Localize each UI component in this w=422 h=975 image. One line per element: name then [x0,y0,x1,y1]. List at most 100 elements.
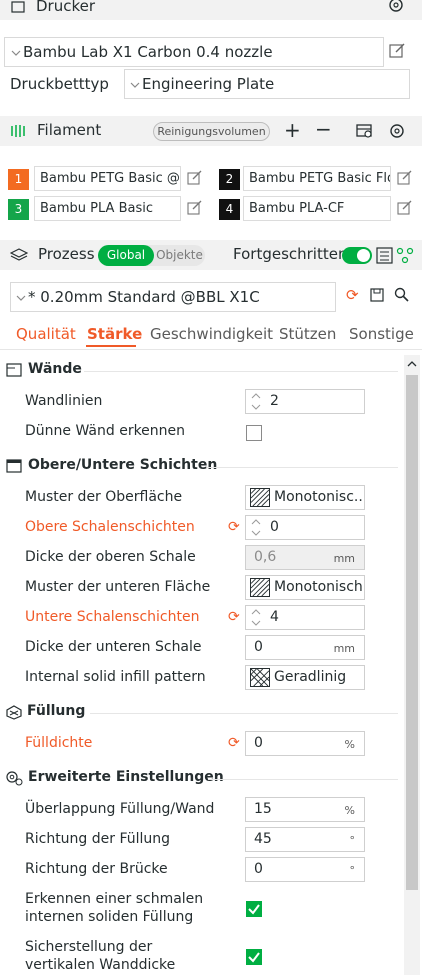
bed-type-label: Druckbetttyp [10,75,109,93]
ensure-thickness-label-line1: Sicherstellung der [25,939,153,955]
bottom-layers-label: Untere Schalenschichten [25,609,200,625]
filament-slot-1-combo[interactable]: Bambu PETG Basic @... [34,166,181,191]
shells-title: Obere/Untere Schichten [28,457,218,473]
compare-list-icon[interactable] [376,247,394,264]
scroll-up-icon[interactable] [407,360,417,367]
sync-ams-icon[interactable] [356,123,374,139]
tab-speed[interactable]: Geschwindigkeit [150,325,273,343]
bridge-direction-label: Richtung der Brücke [25,861,168,877]
narrow-solid-checkbox[interactable] [246,901,262,917]
walls-title: Wände [28,361,82,377]
process-preset-value: * 0.20mm Standard @BBL X1C [28,288,260,306]
toggle-global[interactable]: Global [98,245,154,266]
reset-preset-icon[interactable]: ⟳ [346,286,359,304]
thin-walls-label: Dünne Wänd erkennen [25,423,186,439]
top-layers-input[interactable]: 0 [245,515,365,540]
chevron-down-icon [16,283,28,311]
spin-arrows-icon[interactable] [251,608,261,627]
printer-preset-combo[interactable]: Bambu Lab X1 Carbon 0.4 nozzle [4,37,384,67]
bottom-pattern-label: Muster der unteren Fläche [25,579,211,595]
active-tab-underline [86,345,136,347]
reset-top-layers-icon[interactable]: ⟳ [228,519,240,535]
edit-filament-3-icon[interactable] [186,200,202,216]
spin-arrows-icon[interactable] [251,518,261,537]
infill-icon [6,705,22,720]
infill-density-input[interactable]: 0 % [245,731,365,756]
advanced-label: Fortgeschritten [233,245,348,263]
edit-filament-1-icon[interactable] [186,170,202,186]
printer-icon [11,1,25,13]
filament-settings-gear-icon[interactable] [388,123,406,139]
top-pattern-combo[interactable]: Monotonisc... [245,485,365,510]
tabs-divider [0,349,422,350]
shells-icon [6,459,22,473]
infill-direction-label: Richtung der Füllung [25,831,171,847]
ensure-thickness-checkbox[interactable] [246,949,262,965]
monotonic-pattern-icon [250,578,270,597]
section-divider [207,467,398,468]
printer-settings-gear-icon[interactable] [387,0,405,14]
wall-loops-input[interactable]: 2 [245,389,365,414]
narrow-solid-label-line2: internen soliden Füllung [25,909,194,925]
narrow-solid-label-line1: Erkennen einer schmalen [25,891,204,907]
top-thickness-label: Dicke der oberen Schale [25,549,196,565]
wall-loops-label: Wandlinien [25,393,103,409]
bottom-layers-input[interactable]: 4 [245,605,365,630]
overlap-label: Überlappung Füllung/Wand [25,801,215,817]
ensure-thickness-label-line2: vertikalen Wanddicke [25,957,176,973]
filament-slot-2-combo[interactable]: Bambu PETG Basic Flo... [243,166,391,191]
overlap-input[interactable]: 15 % [245,797,365,822]
purge-volume-button[interactable]: Reinigungsvolumen [153,122,270,141]
tab-support[interactable]: Stützen [279,325,336,343]
monotonic-pattern-icon [250,488,270,507]
infill-density-label: Fülldichte [25,735,93,751]
add-filament-icon[interactable]: + [284,118,301,142]
filament-slot-4-combo[interactable]: Bambu PLA-CF [243,196,391,221]
spin-arrows-icon[interactable] [251,392,261,411]
process-layers-icon [10,248,28,261]
thin-walls-checkbox[interactable] [246,425,262,441]
bottom-thickness-label: Dicke der unteren Schale [25,639,202,655]
toggle-objects[interactable]: Objekte [154,245,205,266]
bottom-thickness-input[interactable]: 0 mm [245,635,365,660]
save-icon[interactable] [370,288,385,303]
solid-infill-combo[interactable]: Geradlinig [245,665,365,690]
filament-slot-number-3: 3 [8,199,29,220]
solid-infill-label: Internal solid infill pattern [25,669,206,685]
filament-slot-3-combo[interactable]: Bambu PLA Basic [34,196,181,221]
top-layers-label: Obere Schalenschichten [25,519,195,535]
bottom-pattern-combo[interactable]: Monotonisch [245,575,365,600]
rectilinear-pattern-icon [250,668,270,687]
bed-type-value: Engineering Plate [142,75,275,93]
tab-others[interactable]: Sonstige [349,325,414,343]
edit-filament-4-icon[interactable] [396,200,412,216]
checkmark-icon [248,952,260,963]
filament-header-label: Filament [37,121,102,139]
remove-filament-icon[interactable]: − [315,117,332,141]
scrollbar-thumb[interactable] [406,375,418,890]
tab-quality[interactable]: Qualität [16,325,76,343]
walls-icon [6,363,22,377]
top-thickness-input: 0,6 mm [245,545,365,570]
top-pattern-label: Muster der Oberfläche [25,489,183,505]
bed-type-combo[interactable]: Engineering Plate [124,69,410,99]
printer-header-label: Drucker [36,0,96,15]
edit-printer-icon[interactable] [388,42,406,60]
reset-bottom-layers-icon[interactable]: ⟳ [228,609,240,625]
tab-strength[interactable]: Stärke [87,325,142,343]
chevron-down-icon [130,70,142,98]
checkmark-icon [248,904,260,915]
chevron-down-icon [11,38,23,66]
infill-direction-input[interactable]: 45 ° [245,827,365,852]
reset-infill-density-icon[interactable]: ⟳ [228,735,240,751]
edit-filament-2-icon[interactable] [396,170,412,186]
printer-preset-value: Bambu Lab X1 Carbon 0.4 nozzle [23,43,273,61]
connection-icon[interactable] [396,247,414,264]
advanced-switch[interactable] [342,247,372,264]
section-divider [84,371,398,372]
bridge-direction-input[interactable]: 0 ° [245,857,365,882]
section-divider [208,779,398,780]
process-preset-combo[interactable]: * 0.20mm Standard @BBL X1C [10,282,336,312]
search-icon[interactable] [394,287,410,303]
filament-slot-number-2: 2 [219,169,240,190]
